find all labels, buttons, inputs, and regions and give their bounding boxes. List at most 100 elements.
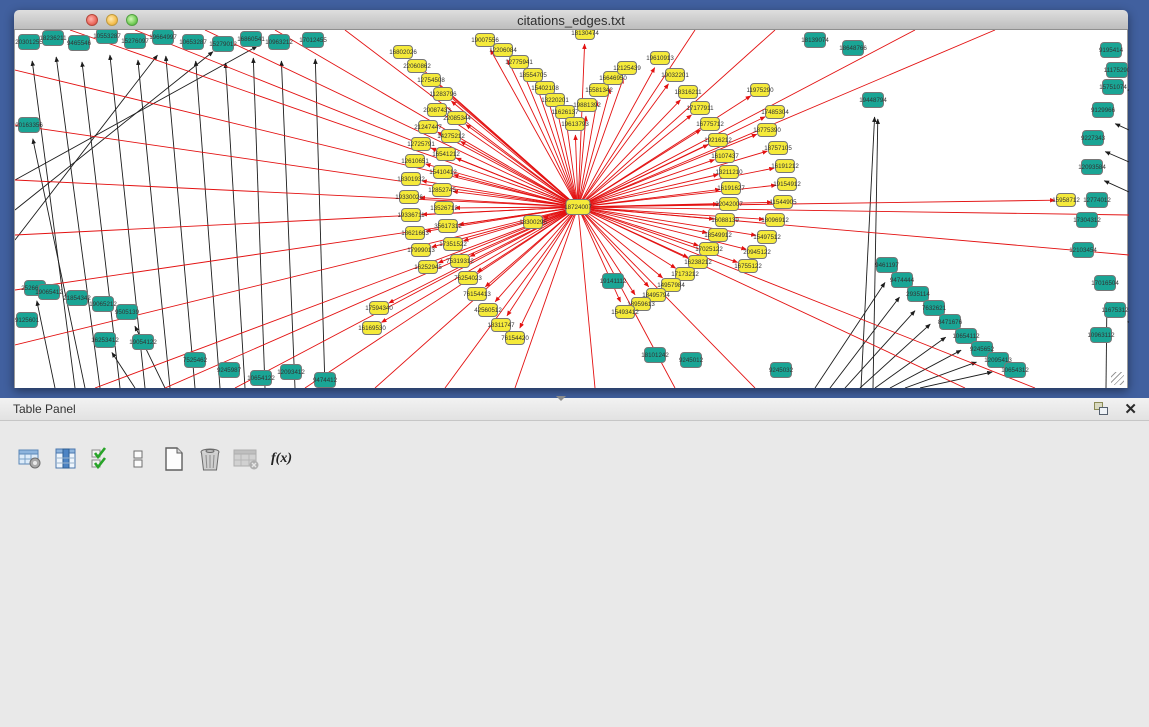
- new-document-icon[interactable]: [160, 446, 187, 472]
- graph-node[interactable]: 15751074: [1099, 80, 1127, 95]
- graph-node[interactable]: 18775390: [753, 124, 781, 137]
- graph-node[interactable]: 12093584: [1078, 160, 1106, 175]
- graph-node[interactable]: 19881392: [573, 99, 601, 112]
- graph-node[interactable]: 17025122: [695, 243, 723, 256]
- graph-node[interactable]: 19664997: [149, 30, 177, 45]
- graph-node[interactable]: 19336711: [397, 209, 425, 222]
- splitter-handle[interactable]: [556, 396, 566, 401]
- table-settings-icon[interactable]: [16, 446, 43, 472]
- graph-node[interactable]: 12775941: [505, 56, 533, 69]
- graph-node[interactable]: 20163356: [15, 118, 43, 133]
- graph-node[interactable]: 21854342: [63, 291, 91, 306]
- graph-node[interactable]: 9245987: [217, 363, 242, 378]
- graph-node[interactable]: 22042007: [715, 198, 743, 211]
- graph-node[interactable]: 15581342: [585, 84, 613, 97]
- graph-node[interactable]: 18101242: [641, 348, 669, 363]
- graph-node[interactable]: 17999013: [407, 244, 435, 257]
- graph-node[interactable]: 42560512: [474, 304, 502, 317]
- graph-node[interactable]: 19032201: [661, 69, 689, 82]
- graph-node[interactable]: 17594340: [365, 302, 393, 315]
- network-canvas-area[interactable]: 2030125518236211946554610553287152760971…: [14, 30, 1128, 388]
- window-title-bar[interactable]: citations_edges.txt: [14, 10, 1128, 30]
- graph-node[interactable]: 9505139: [115, 305, 140, 320]
- graph-node[interactable]: 21247447: [414, 121, 442, 134]
- graph-node[interactable]: 9461197: [875, 258, 899, 273]
- graph-node[interactable]: 11975290: [746, 84, 774, 97]
- graph-node[interactable]: 17304312: [1073, 213, 1101, 228]
- graph-node[interactable]: 9125601: [15, 313, 40, 328]
- graph-node[interactable]: 18554705: [519, 69, 547, 82]
- network-graph[interactable]: 2030125518236211946554610553287152760971…: [15, 30, 1129, 388]
- graph-node[interactable]: 9195414: [1099, 43, 1124, 58]
- graph-node[interactable]: 18621663: [401, 227, 429, 240]
- graph-node[interactable]: 16802026: [389, 46, 417, 59]
- graph-node[interactable]: 19141112: [600, 274, 627, 289]
- graph-node[interactable]: 20945122: [743, 246, 771, 259]
- delete-table-icon[interactable]: [232, 446, 259, 472]
- graph-node[interactable]: 10553287: [93, 30, 121, 44]
- graph-node[interactable]: 16253412: [91, 333, 119, 348]
- graph-node[interactable]: 7525462: [183, 353, 208, 368]
- graph-node[interactable]: 22060862: [403, 60, 431, 73]
- graph-node[interactable]: 16238212: [684, 256, 712, 269]
- graph-node[interactable]: 19054122: [129, 335, 157, 350]
- graph-node[interactable]: 15958712: [1052, 194, 1080, 207]
- graph-node[interactable]: 76154420: [501, 332, 529, 345]
- close-panel-icon[interactable]: ✕: [1124, 400, 1137, 418]
- graph-node[interactable]: 9129966: [1091, 103, 1116, 118]
- graph-node[interactable]: 12103454: [1069, 243, 1097, 258]
- graph-node[interactable]: 19448794: [859, 93, 887, 108]
- trash-icon[interactable]: [196, 446, 223, 472]
- graph-node[interactable]: 9245012: [679, 353, 704, 368]
- graph-node[interactable]: 19154912: [773, 178, 801, 191]
- graph-node[interactable]: 8471676: [938, 315, 963, 330]
- graph-node[interactable]: 15279012: [209, 37, 237, 52]
- graph-node[interactable]: 16252945: [414, 261, 442, 274]
- graph-node[interactable]: 9474412: [313, 373, 338, 388]
- graph-node[interactable]: 12206084: [489, 44, 517, 57]
- graph-node[interactable]: 12610651: [401, 155, 429, 168]
- graph-node[interactable]: 19330026: [395, 191, 423, 204]
- graph-node[interactable]: 13220201: [541, 94, 569, 107]
- graph-node[interactable]: 18316211: [674, 86, 702, 99]
- graph-node[interactable]: 9474444: [890, 273, 915, 288]
- graph-node[interactable]: 16169530: [358, 322, 386, 335]
- graph-node[interactable]: 76154413: [463, 288, 491, 301]
- graph-node[interactable]: 16088139: [711, 214, 739, 227]
- column-edit-icon[interactable]: [52, 446, 79, 472]
- graph-node[interactable]: 9227343: [1081, 131, 1106, 146]
- graph-node[interactable]: 18311747: [487, 319, 515, 332]
- graph-node[interactable]: 18130474: [571, 30, 599, 40]
- graph-node[interactable]: 19216212: [704, 134, 732, 147]
- graph-node[interactable]: 10653287: [179, 35, 207, 50]
- graph-node[interactable]: 13211210: [715, 166, 743, 179]
- function-icon[interactable]: f(x): [268, 446, 295, 472]
- graph-node[interactable]: 16860541: [237, 32, 265, 47]
- graph-node[interactable]: 10654312: [1001, 363, 1029, 378]
- graph-node[interactable]: 10963112: [1087, 328, 1115, 343]
- graph-node[interactable]: 19610913: [646, 52, 674, 65]
- graph-node[interactable]: 11626137: [551, 106, 579, 119]
- graph-node[interactable]: 11675312: [1101, 303, 1129, 318]
- graph-node[interactable]: 16191212: [771, 160, 799, 173]
- graph-node[interactable]: 9465546: [67, 36, 92, 51]
- graph-node[interactable]: 18757105: [764, 142, 792, 155]
- graph-node[interactable]: 18724007: [564, 200, 592, 215]
- resize-grip[interactable]: [1111, 372, 1124, 385]
- graph-node[interactable]: 2935114: [906, 287, 930, 302]
- graph-node[interactable]: 15497512: [753, 231, 781, 244]
- graph-node[interactable]: 15276097: [121, 34, 149, 49]
- graph-node[interactable]: 20301255: [15, 35, 43, 50]
- graph-node[interactable]: 10963212: [265, 35, 293, 50]
- graph-node[interactable]: 15402108: [531, 82, 559, 95]
- graph-node[interactable]: 12125439: [613, 62, 641, 75]
- graph-node[interactable]: 9245032: [769, 363, 794, 378]
- graph-node[interactable]: 10654122: [247, 371, 275, 386]
- float-panel-icon[interactable]: [1094, 402, 1109, 416]
- graph-node[interactable]: 7632621: [922, 301, 947, 316]
- graph-node[interactable]: 11175290: [1104, 63, 1129, 78]
- graph-node[interactable]: 17351522: [439, 238, 467, 251]
- graph-node[interactable]: 11544905: [769, 196, 797, 209]
- graph-node[interactable]: 18236211: [39, 31, 67, 46]
- graph-node[interactable]: 18096912: [761, 214, 789, 227]
